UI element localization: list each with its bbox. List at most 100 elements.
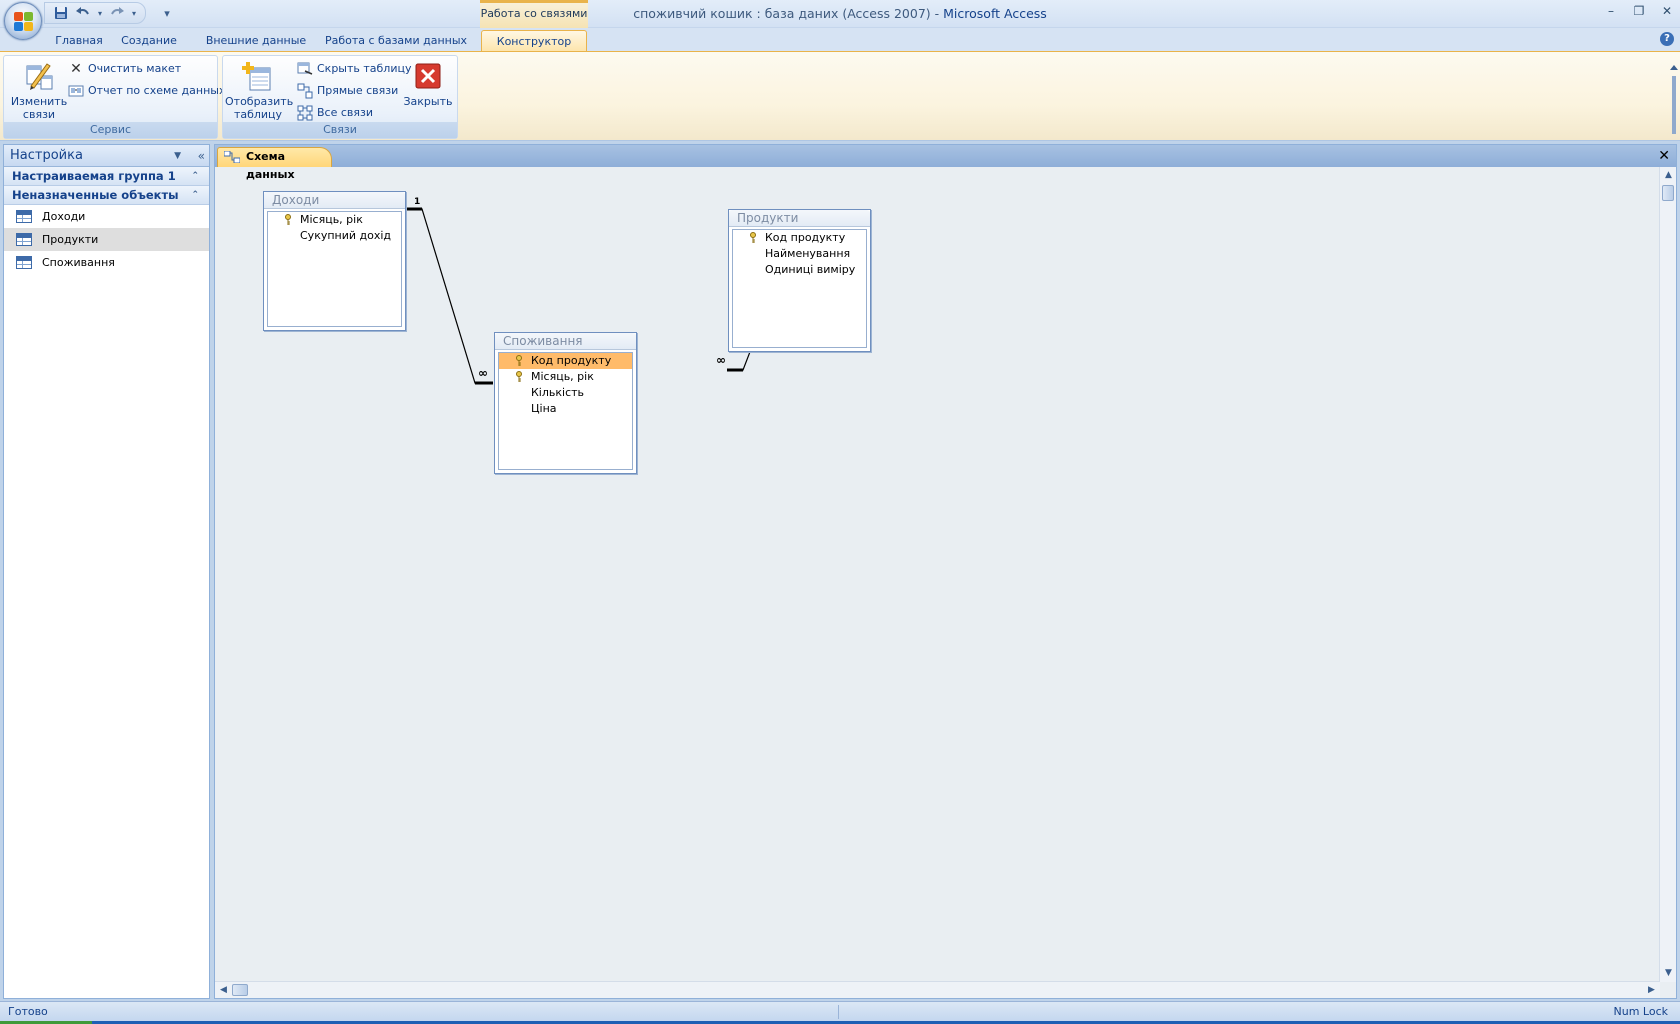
report-icon: [68, 83, 84, 99]
field-row[interactable]: Код продукту: [733, 230, 866, 246]
primary-key-icon: [285, 214, 291, 225]
tab-external-data[interactable]: Внешние данные: [196, 30, 316, 51]
relation-dokhody-spozhyvannia[interactable]: 1 ∞: [405, 197, 493, 385]
horizontal-scroll-thumb[interactable]: [232, 984, 248, 996]
redo-icon[interactable]: [108, 5, 126, 21]
field-name: Місяць, рік: [300, 213, 363, 226]
table-box-title[interactable]: Споживання: [495, 333, 636, 350]
save-icon[interactable]: [52, 5, 70, 21]
relation-many-label: ∞: [478, 366, 488, 380]
nav-pane-header[interactable]: Настройка ▼ «: [4, 145, 209, 167]
table-box-title[interactable]: Доходи: [264, 192, 405, 209]
table-box-dokhody[interactable]: Доходи Місяць, рік Сукупний дохід: [263, 191, 406, 331]
field-name: Сукупний дохід: [300, 229, 392, 242]
document-tab-bar: Схема данных ✕: [215, 145, 1676, 181]
show-table-button[interactable]: Отобразить таблицу: [225, 60, 293, 121]
quick-access-toolbar: ▾ ▾ ▾: [52, 4, 176, 22]
clear-x-icon: ✕: [70, 61, 82, 77]
direct-relations-label: Прямые связи: [317, 84, 399, 97]
edit-relations-button[interactable]: Изменить связи: [8, 60, 70, 121]
field-name: Код продукту: [765, 231, 846, 244]
clear-layout-button[interactable]: ✕ Очистить макет: [68, 60, 181, 78]
table-icon: [16, 210, 32, 223]
help-icon[interactable]: ?: [1660, 32, 1674, 46]
relationships-icon: [224, 151, 240, 163]
minimize-button[interactable]: –: [1604, 4, 1618, 18]
nav-item-dokhody[interactable]: Доходи: [4, 205, 209, 228]
tab-create[interactable]: Создание: [114, 30, 184, 51]
table-box-field-list[interactable]: Місяць, рік Сукупний дохід: [267, 211, 402, 327]
scroll-down-icon[interactable]: ▼: [1660, 965, 1677, 982]
relationship-lines: 1 ∞ ∞ ∞: [405, 197, 813, 385]
scroll-right-icon[interactable]: ▶: [1643, 982, 1660, 999]
relations-report-label: Отчет по схеме данных: [88, 84, 226, 97]
primary-key-icon: [516, 355, 522, 366]
tab-relationships[interactable]: Схема данных: [217, 147, 332, 181]
field-row[interactable]: Найменування: [733, 246, 866, 262]
table-icon: [16, 233, 32, 246]
scroll-up-icon[interactable]: ▲: [1660, 167, 1677, 184]
close-window-button[interactable]: ✕: [1660, 4, 1674, 18]
nav-item-spozhyvannia[interactable]: Споживання: [4, 251, 209, 274]
relationships-canvas[interactable]: 1 ∞ ∞ ∞: [215, 167, 1660, 982]
edit-relations-label-1: Изменить: [10, 95, 68, 108]
edit-relations-icon: [23, 60, 55, 92]
relations-report-button[interactable]: Отчет по схеме данных: [68, 82, 225, 100]
table-box-field-list[interactable]: Код продукту Найменування Одиниці виміру: [732, 229, 867, 348]
field-row[interactable]: Одиниці виміру: [733, 262, 866, 278]
nav-group-label: Неназначенные объекты: [12, 188, 179, 202]
undo-dropdown-icon[interactable]: ▾: [96, 5, 104, 21]
chevron-up-icon[interactable]: ⌃: [191, 167, 199, 186]
table-box-spozhyvannia[interactable]: Споживання Код продукту Місяць, рік Кіль…: [494, 332, 637, 474]
nav-group-unassigned[interactable]: Неназначенные объекты ⌃: [4, 186, 209, 205]
field-row[interactable]: Ціна: [499, 401, 632, 417]
all-relations-label: Все связи: [317, 106, 374, 119]
window-controls: – ❐ ✕: [1604, 4, 1674, 18]
vertical-scroll-thumb[interactable]: [1662, 185, 1674, 201]
primary-key-icon: [750, 232, 756, 243]
scroll-left-icon[interactable]: ◀: [215, 982, 232, 999]
nav-item-produkty[interactable]: Продукти: [4, 228, 209, 251]
field-name: Одиниці виміру: [765, 263, 856, 276]
field-name: Найменування: [765, 247, 851, 260]
field-name: Кількість: [531, 386, 585, 399]
nav-pane-collapse-icon[interactable]: «: [198, 145, 205, 167]
hide-table-button[interactable]: Скрыть таблицу: [297, 60, 412, 78]
table-box-produkty[interactable]: Продукти Код продукту Найменування Одини…: [728, 209, 871, 352]
undo-icon[interactable]: [74, 5, 92, 21]
nav-pane-dropdown-icon[interactable]: ▼: [174, 145, 181, 167]
table-box-field-list[interactable]: Код продукту Місяць, рік Кількість Ціна: [498, 352, 633, 470]
field-row[interactable]: Місяць, рік: [499, 369, 632, 385]
ribbon-group-relations-label: Связи: [223, 122, 457, 138]
direct-relations-button[interactable]: Прямые связи: [297, 82, 398, 100]
field-name: Код продукту: [531, 354, 612, 367]
vertical-scrollbar[interactable]: ▲ ▼: [1659, 167, 1676, 982]
office-button[interactable]: [4, 2, 42, 40]
status-bar: Готово Num Lock: [0, 1001, 1680, 1021]
close-relations-button[interactable]: Закрыть: [403, 60, 453, 108]
horizontal-scrollbar[interactable]: ◀ ▶: [215, 981, 1660, 998]
field-name: Ціна: [531, 402, 557, 415]
table-box-title[interactable]: Продукти: [729, 210, 870, 227]
redo-dropdown-icon[interactable]: ▾: [130, 5, 138, 21]
ribbon-scrollbar[interactable]: [1670, 64, 1678, 136]
close-document-icon[interactable]: ✕: [1658, 147, 1670, 165]
chevron-up-icon[interactable]: ⌃: [191, 186, 199, 205]
ribbon-tabs: Главная Создание Внешние данные Работа с…: [0, 28, 1680, 51]
ribbon-group-relations: Отобразить таблицу Скрыть таблицу Прямые…: [222, 55, 458, 139]
tab-home[interactable]: Главная: [48, 30, 110, 51]
direct-relations-icon: [297, 83, 313, 99]
title-bar: ▾ ▾ ▾ Работа со связями споживчий кошик …: [0, 0, 1680, 28]
field-row[interactable]: Сукупний дохід: [268, 228, 401, 244]
tab-designer[interactable]: Конструктор: [481, 30, 587, 51]
customize-qat-button[interactable]: ▾: [158, 5, 176, 21]
nav-group-custom-1[interactable]: Настраиваемая группа 1 ⌃: [4, 167, 209, 186]
tab-database-tools[interactable]: Работа с базами данных: [320, 30, 472, 51]
field-row[interactable]: Місяць, рік: [268, 212, 401, 228]
all-relations-button[interactable]: Все связи: [297, 104, 373, 122]
restore-button[interactable]: ❐: [1632, 4, 1646, 18]
field-row[interactable]: Кількість: [499, 385, 632, 401]
field-row-selected[interactable]: Код продукту: [499, 353, 632, 369]
show-table-icon: [242, 60, 274, 92]
edit-relations-label-2: связи: [22, 108, 56, 121]
